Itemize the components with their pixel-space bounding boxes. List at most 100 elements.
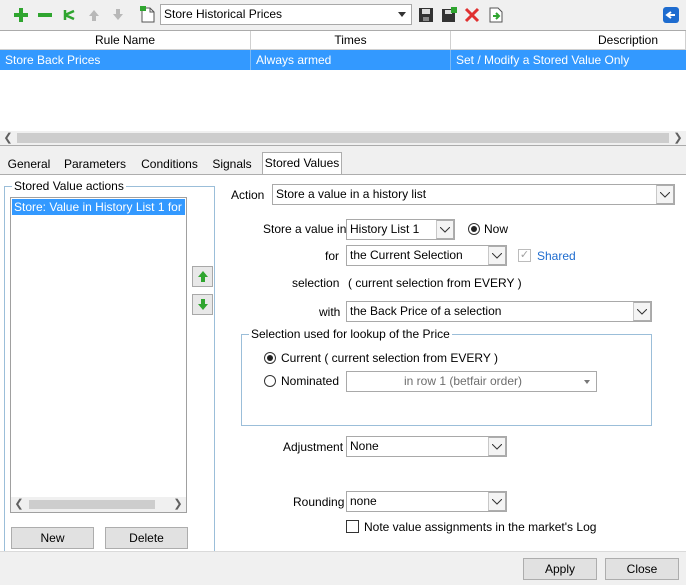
chevron-down-icon — [633, 302, 651, 321]
scroll-right-icon[interactable]: ❯ — [670, 131, 686, 145]
store-in-label: Store a value in — [263, 222, 347, 236]
close-icon — [464, 7, 480, 23]
scroll-thumb[interactable] — [29, 500, 155, 509]
arrow-down-icon — [197, 299, 208, 310]
cell-description: Set / Modify a Stored Value Only — [456, 53, 630, 67]
apply-button[interactable]: Apply — [523, 558, 597, 580]
rule-set-value: Store Historical Prices — [164, 7, 283, 21]
adjustment-select[interactable]: None — [346, 436, 507, 457]
pin-icon — [663, 7, 679, 23]
with-select[interactable]: the Back Price of a selection — [346, 301, 652, 322]
cell-rule-name: Store Back Prices — [0, 50, 251, 70]
scroll-left-icon[interactable]: ❮ — [11, 497, 27, 512]
for-select[interactable]: the Current Selection — [346, 245, 507, 266]
delete-button[interactable] — [462, 5, 482, 25]
action-value: Store a value in a history list — [276, 187, 427, 201]
selection-label: selection — [292, 276, 340, 290]
table-row[interactable]: Store Back Prices Always armed Set / Mod… — [0, 50, 686, 70]
new-document-icon — [140, 6, 155, 23]
close-button[interactable]: Close — [605, 558, 679, 580]
chevron-down-icon — [656, 185, 674, 204]
export-button[interactable] — [486, 5, 506, 25]
with-value: the Back Price of a selection — [350, 304, 502, 318]
rounding-label: Rounding — [293, 495, 345, 509]
scroll-right-icon[interactable]: ❯ — [170, 497, 186, 512]
save-button[interactable] — [416, 5, 436, 25]
grid-horizontal-scrollbar[interactable]: ❮ ❯ — [0, 131, 686, 145]
current-radio[interactable] — [264, 352, 276, 364]
tab-conditions[interactable]: Conditions — [135, 154, 204, 174]
move-up-button[interactable] — [84, 5, 104, 25]
stored-value-actions-list[interactable]: Store: Value in History List 1 for curre… — [10, 197, 187, 513]
nominated-value: in row 1 (betfair order) — [403, 374, 523, 388]
new-document-button[interactable] — [138, 5, 158, 25]
tab-stored-values[interactable]: Stored Values — [262, 152, 342, 175]
pin-button[interactable] — [661, 5, 681, 25]
rounding-value: none — [350, 494, 377, 508]
cell-times: Always armed — [251, 50, 451, 70]
list-horizontal-scrollbar[interactable]: ❮ ❯ — [11, 497, 186, 512]
move-action-up-button[interactable] — [192, 266, 213, 287]
add-rule-button[interactable] — [11, 5, 31, 25]
history-list-select[interactable]: History List 1 — [346, 219, 455, 240]
tab-parameters[interactable]: Parameters — [58, 154, 132, 174]
list-item[interactable]: Store: Value in History List 1 for curre — [12, 199, 185, 215]
column-header-times[interactable]: Times — [251, 31, 451, 50]
nominated-select[interactable]: in row 1 (betfair order) — [346, 371, 597, 392]
remove-rule-button[interactable] — [35, 5, 55, 25]
chevron-down-icon — [578, 372, 596, 391]
plus-icon — [14, 8, 28, 22]
branch-icon — [63, 9, 75, 21]
action-label: Action — [231, 188, 265, 202]
for-label: for — [325, 249, 340, 263]
chevron-down-icon — [488, 246, 506, 265]
rule-set-select[interactable]: Store Historical Prices — [160, 4, 412, 25]
lookup-group-title: Selection used for lookup of the Price — [249, 327, 452, 341]
shared-label: Shared — [537, 249, 576, 263]
minus-icon — [38, 13, 52, 17]
footer: Apply Close — [0, 551, 686, 585]
action-select[interactable]: Store a value in a history list — [272, 184, 675, 205]
now-label: Now — [484, 222, 509, 236]
new-button[interactable]: New — [11, 527, 94, 549]
scroll-thumb[interactable] — [17, 133, 669, 143]
for-value: the Current Selection — [350, 248, 463, 262]
arrow-up-icon — [89, 10, 99, 21]
rounding-select[interactable]: none — [346, 491, 507, 512]
nominated-radio[interactable] — [264, 375, 276, 387]
log-checkbox[interactable] — [346, 520, 359, 533]
arrow-up-icon — [197, 271, 208, 282]
tab-strip: General Parameters Conditions Signals St… — [0, 152, 686, 175]
adjustment-value: None — [350, 439, 379, 453]
with-label: with — [319, 305, 341, 319]
toolbar: Store Historical Prices — [0, 0, 686, 30]
nominated-label: Nominated — [281, 374, 340, 388]
rules-grid: Rule Name Times Description Store Back P… — [0, 30, 686, 146]
branch-rule-button[interactable] — [60, 5, 80, 25]
export-icon — [489, 7, 503, 23]
chevron-down-icon — [393, 5, 411, 24]
move-down-button[interactable] — [108, 5, 128, 25]
shared-checkbox[interactable]: ✓ — [518, 249, 531, 262]
selection-text: ( current selection from EVERY ) — [348, 276, 522, 290]
adjustment-label: Adjustment — [283, 440, 344, 454]
delete-action-button[interactable]: Delete — [105, 527, 188, 549]
chevron-down-icon — [488, 437, 506, 456]
chevron-down-icon — [488, 492, 506, 511]
save-new-button[interactable] — [439, 5, 459, 25]
current-label: Current ( current selection from EVERY ) — [281, 351, 498, 365]
scroll-left-icon[interactable]: ❮ — [0, 131, 16, 145]
move-action-down-button[interactable] — [192, 294, 213, 315]
save-new-icon — [442, 7, 457, 22]
tab-signals[interactable]: Signals — [206, 154, 258, 174]
history-list-value: History List 1 — [350, 222, 420, 236]
column-header-rule-name[interactable]: Rule Name — [0, 31, 251, 50]
stored-values-panel: Stored Value actions Store: Value in His… — [0, 174, 686, 552]
chevron-down-icon — [436, 220, 454, 239]
tab-general[interactable]: General — [3, 154, 55, 174]
column-header-description[interactable]: Description — [451, 31, 686, 50]
arrow-down-icon — [113, 9, 123, 20]
log-label: Note value assignments in the market's L… — [364, 520, 597, 534]
now-radio[interactable] — [468, 223, 480, 235]
save-icon — [419, 8, 433, 22]
